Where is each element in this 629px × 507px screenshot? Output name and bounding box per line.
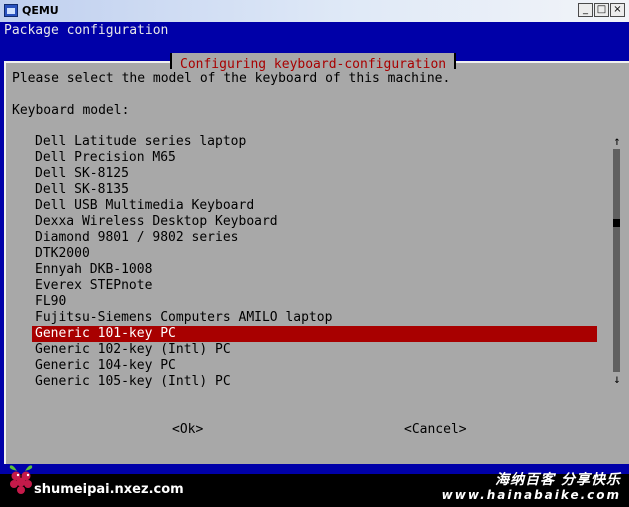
keyboard-model-item[interactable]: Generic 102-key (Intl) PC	[32, 342, 597, 358]
window-title: QEMU	[22, 4, 59, 17]
qemu-app-icon	[4, 4, 18, 17]
keyboard-model-item[interactable]: Dell Latitude series laptop	[32, 134, 597, 150]
keyboard-model-item[interactable]: Everex STEPnote	[32, 278, 597, 294]
package-config-header: Package configuration	[4, 23, 169, 38]
dialog-prompt: Please select the model of the keyboard …	[12, 71, 451, 86]
maximize-button[interactable]: □	[594, 3, 609, 17]
dialog-left-border	[4, 61, 6, 464]
keyboard-model-item[interactable]: Generic 104-key PC	[32, 358, 597, 374]
watermark-right-slogan: 海纳百客 分享快乐	[495, 472, 621, 488]
vm-screen[interactable]: Package configuration Configuring keyboa…	[0, 22, 629, 507]
keyboard-model-list[interactable]: Dell Latitude series laptop Dell Precisio…	[32, 134, 597, 390]
keyboard-model-item[interactable]: Dell SK-8125	[32, 166, 597, 182]
keyboard-model-item[interactable]: Ennyah DKB-1008	[32, 262, 597, 278]
scrollbar-thumb[interactable]	[613, 219, 620, 227]
keyboard-model-item[interactable]: Dell SK-8135	[32, 182, 597, 198]
watermark-right-url: www.hainabaike.com	[441, 488, 621, 502]
keyboard-model-item[interactable]: FL90	[32, 294, 597, 310]
keyboard-model-item[interactable]: Diamond 9801 / 9802 series	[32, 230, 597, 246]
keyboard-model-item[interactable]: Generic 105-key (Intl) PC	[32, 374, 597, 390]
keyboard-model-item[interactable]: DTK2000	[32, 246, 597, 262]
dialog-title: Configuring keyboard-configuration	[180, 57, 447, 72]
minimize-button[interactable]: _	[578, 3, 593, 17]
keyboard-model-item[interactable]: Dell USB Multimedia Keyboard	[32, 198, 597, 214]
scroll-down-arrow-icon[interactable]: ↓	[611, 372, 623, 386]
scrollbar-track[interactable]	[613, 149, 620, 372]
close-button[interactable]: ×	[610, 3, 625, 17]
scroll-up-arrow-icon[interactable]: ↑	[611, 134, 623, 148]
window-titlebar[interactable]: QEMU _ □ ×	[0, 0, 629, 23]
keyboard-model-label: Keyboard model:	[12, 103, 130, 118]
dialog-title-box: Configuring keyboard-configuration	[170, 53, 457, 72]
cancel-button[interactable]: <Cancel>	[404, 422, 467, 438]
ok-button[interactable]: <Ok>	[172, 422, 203, 438]
keyboard-model-item[interactable]: Fujitsu-Siemens Computers AMILO laptop	[32, 310, 597, 326]
raspberry-pi-logo-icon	[9, 465, 33, 494]
keyboard-model-item[interactable]: Dell Precision M65	[32, 150, 597, 166]
keyboard-model-item[interactable]: Generic 101-key PC	[32, 326, 597, 342]
watermark-left-site: shumeipai.nxez.com	[34, 482, 184, 497]
keyboard-model-item[interactable]: Dexxa Wireless Desktop Keyboard	[32, 214, 597, 230]
keyboard-config-dialog: Configuring keyboard-configuration Pleas…	[4, 53, 629, 464]
